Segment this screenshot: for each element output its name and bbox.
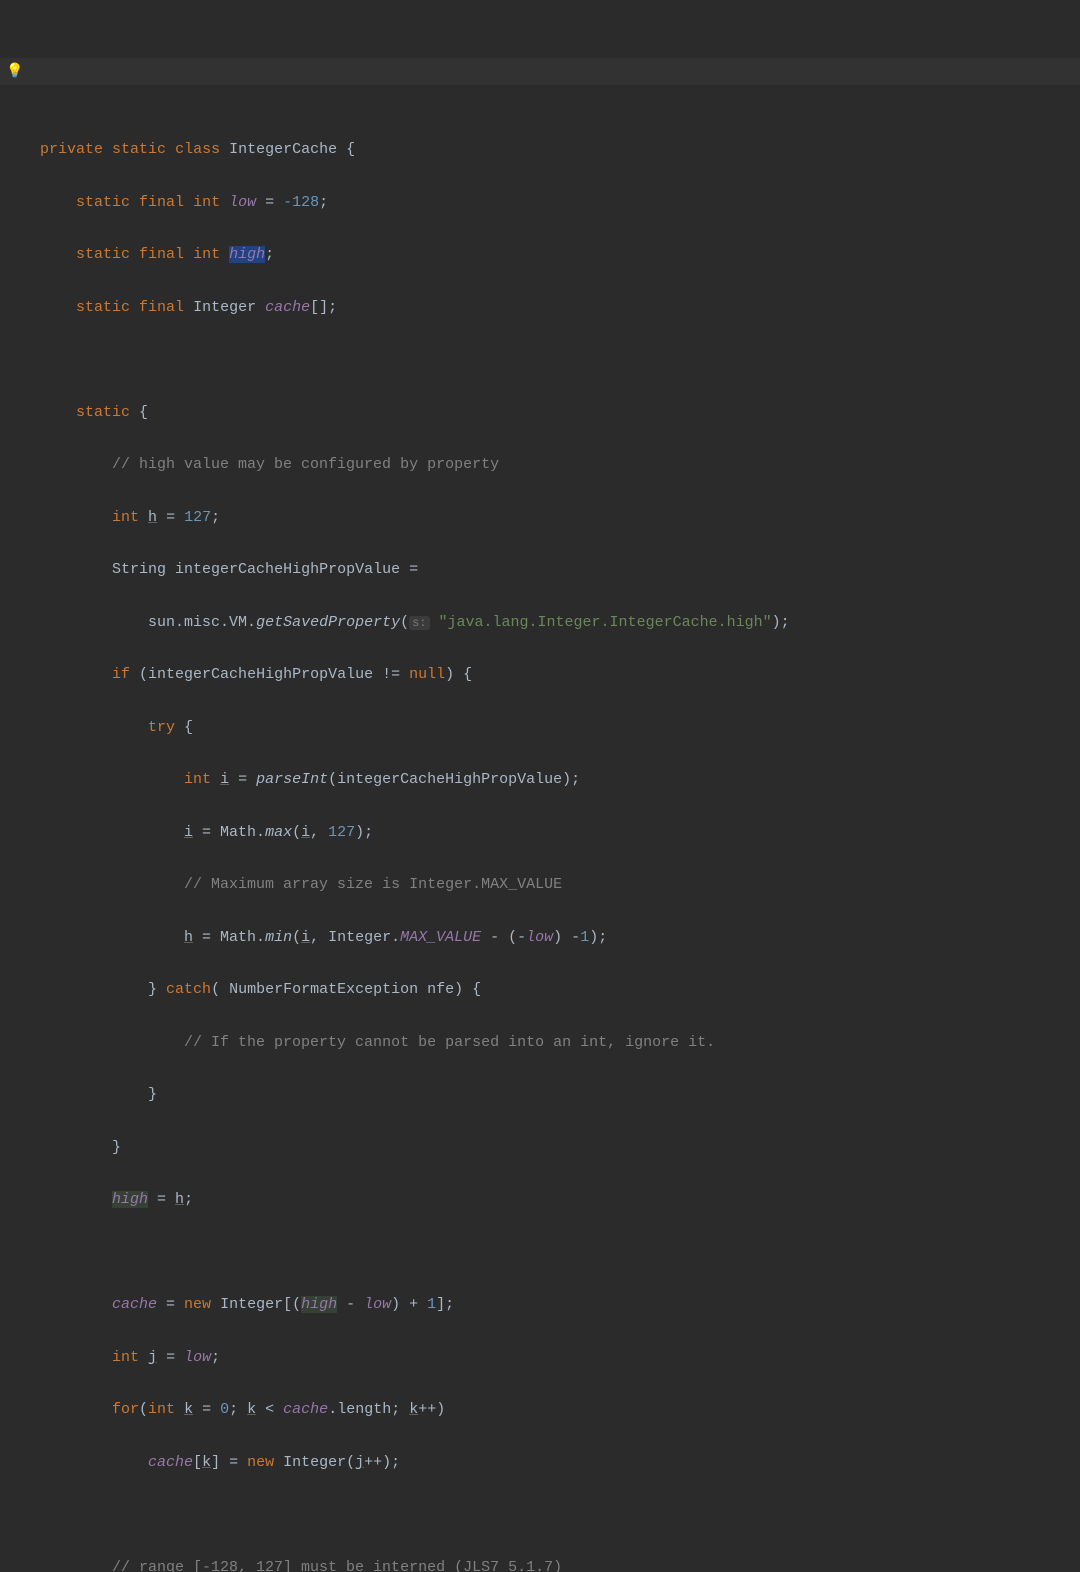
- code-line: static {: [40, 400, 790, 426]
- current-line-highlight: [0, 58, 1080, 85]
- code-editor[interactable]: 💡 private static class IntegerCache { st…: [0, 0, 1080, 786]
- code-line: // Maximum array size is Integer.MAX_VAL…: [40, 872, 790, 898]
- parameter-hint: s:: [409, 616, 429, 630]
- code-line: // If the property cannot be parsed into…: [40, 1030, 790, 1056]
- code-line: private static class IntegerCache {: [40, 137, 790, 163]
- code-line: [40, 1502, 790, 1528]
- code-line: cache[k] = new Integer(j++);: [40, 1450, 790, 1476]
- code-line: sun.misc.VM.getSavedProperty(s: "java.la…: [40, 610, 790, 636]
- code-line: i = Math.max(i, 127);: [40, 820, 790, 846]
- code-line: // range [-128, 127] must be interned (J…: [40, 1555, 790, 1572]
- code-line: cache = new Integer[(high - low) + 1];: [40, 1292, 790, 1318]
- code-line: // high value may be configured by prope…: [40, 452, 790, 478]
- code-line: String integerCacheHighPropValue =: [40, 557, 790, 583]
- code-line: if (integerCacheHighPropValue != null) {: [40, 662, 790, 688]
- code-line: for(int k = 0; k < cache.length; k++): [40, 1397, 790, 1423]
- code-line: try {: [40, 715, 790, 741]
- code-line: } catch( NumberFormatException nfe) {: [40, 977, 790, 1003]
- code-line: high = h;: [40, 1187, 790, 1213]
- code-line: int j = low;: [40, 1345, 790, 1371]
- code-line: [40, 1240, 790, 1266]
- code-line: int i = parseInt(integerCacheHighPropVal…: [40, 767, 790, 793]
- code-line: [40, 347, 790, 373]
- code-line: static final int low = -128;: [40, 190, 790, 216]
- code-line: }: [40, 1082, 790, 1108]
- code-line: }: [40, 1135, 790, 1161]
- code-line: h = Math.min(i, Integer.MAX_VALUE - (-lo…: [40, 925, 790, 951]
- code-line: static final int high;: [40, 242, 790, 268]
- code-line: static final Integer cache[];: [40, 295, 790, 321]
- code-line: int h = 127;: [40, 505, 790, 531]
- code-area[interactable]: 💡 private static class IntegerCache { st…: [30, 0, 790, 786]
- code-content: private static class IntegerCache { stat…: [40, 111, 790, 1572]
- lightbulb-icon[interactable]: 💡: [6, 60, 23, 85]
- gutter: [0, 0, 30, 786]
